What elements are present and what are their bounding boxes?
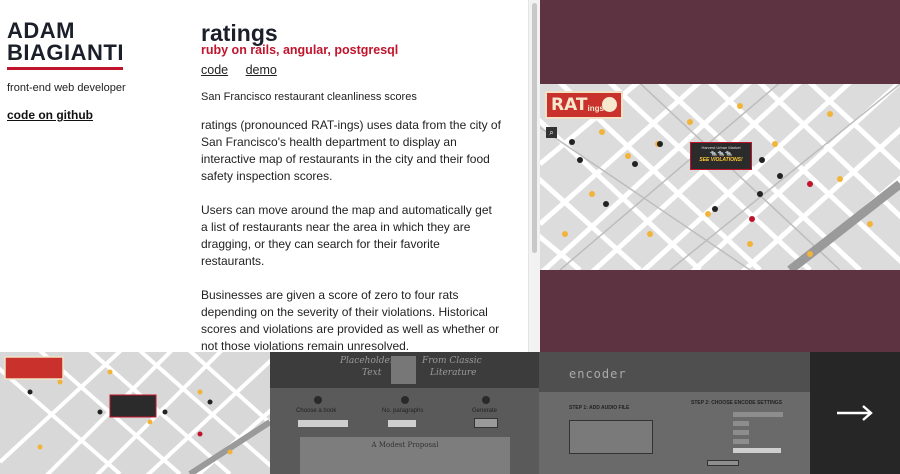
book-select[interactable] xyxy=(298,420,348,427)
project-links: code demo xyxy=(201,63,291,77)
vertical-scrollbar[interactable] xyxy=(528,0,540,352)
settings-field[interactable] xyxy=(733,412,783,417)
project-thumbnail-strip: Placeholder Text From Classic Literature… xyxy=(0,352,900,474)
step-badge xyxy=(482,396,490,404)
popup-rating: 🐀🐀🐀 xyxy=(709,151,733,157)
book-icon xyxy=(391,356,416,384)
encode-button[interactable] xyxy=(707,460,739,466)
brand-underline xyxy=(7,67,123,70)
rat-icon xyxy=(602,97,617,112)
placeholder-title-left: Placeholder xyxy=(340,356,395,366)
encoder-step1: STEP 1: ADD AUDIO FILE xyxy=(569,405,630,411)
ratings-logo: RAT ings xyxy=(545,91,623,119)
popup-warning: SEE VIOLATIONS! xyxy=(699,157,743,163)
code-link[interactable]: code xyxy=(201,63,228,77)
tagline: front-end web developer xyxy=(7,82,126,94)
placeholder-title-left2: Text xyxy=(362,368,382,378)
description-paragraph: Businesses are given a score of zero to … xyxy=(201,288,500,353)
project-preview: RAT ings ⌕ Harvest Urban Market 🐀🐀🐀 SEE … xyxy=(540,0,900,352)
placeholder-title-right: From Classic xyxy=(422,356,482,366)
step-label: No. paragraphs xyxy=(382,408,424,414)
project-tech-stack: ruby on rails, angular, postgresql xyxy=(201,43,399,57)
project-description: ratings (pronounced RAT-ings) uses data … xyxy=(201,117,501,372)
description-paragraph: Users can move around the map and automa… xyxy=(201,203,492,268)
next-project-button[interactable] xyxy=(810,352,900,474)
settings-fields[interactable] xyxy=(691,412,783,456)
encoder-step2: STEP 2: CHOOSE ENCODE SETTINGS xyxy=(691,400,783,406)
placeholder-header: Placeholder Text From Classic Literature xyxy=(270,352,539,388)
demo-link[interactable]: demo xyxy=(246,63,277,77)
placeholder-steps: Choose a book No. paragraphs Generate A … xyxy=(270,392,539,474)
encoder-title: encoder xyxy=(569,367,627,381)
output-card: A Modest Proposal xyxy=(300,437,510,474)
brand-name-first: ADAM xyxy=(7,18,75,43)
encoder-header: encoder xyxy=(539,352,810,392)
brand-name-last: BIAGIANTI xyxy=(7,40,124,65)
map-screenshot: RAT ings ⌕ Harvest Urban Market 🐀🐀🐀 SEE … xyxy=(540,84,900,270)
settings-field[interactable] xyxy=(733,430,749,435)
placeholder-title-right2: Literature xyxy=(430,368,477,378)
output-card-title: A Modest Proposal xyxy=(371,441,439,449)
settings-field[interactable] xyxy=(733,439,749,444)
arrow-right-icon xyxy=(837,405,873,421)
step-badge xyxy=(401,396,409,404)
step-badge xyxy=(314,396,322,404)
project-subtitle: San Francisco restaurant cleanliness sco… xyxy=(201,91,417,103)
logo-text: RAT xyxy=(551,95,588,115)
github-link[interactable]: code on github xyxy=(7,108,93,122)
thumbnail-ratings[interactable] xyxy=(0,352,270,474)
settings-field[interactable] xyxy=(733,448,781,453)
step-label: Choose a book xyxy=(296,408,337,414)
scrollbar-thumb[interactable] xyxy=(532,3,537,253)
thumbnail-encoder[interactable]: encoder STEP 1: ADD AUDIO FILE STEP 2: C… xyxy=(539,352,810,474)
paragraph-count[interactable] xyxy=(388,420,416,427)
thumbnail-placeholder-text[interactable]: Placeholder Text From Classic Literature… xyxy=(270,352,539,474)
settings-field[interactable] xyxy=(733,421,749,426)
search-icon[interactable]: ⌕ xyxy=(546,127,557,138)
site-brand[interactable]: ADAM BIAGIANTI xyxy=(7,20,127,70)
map-popup[interactable]: Harvest Urban Market 🐀🐀🐀 SEE VIOLATIONS! xyxy=(690,142,752,170)
file-dropzone[interactable] xyxy=(569,420,653,454)
generate-button[interactable] xyxy=(474,418,498,428)
description-paragraph: ratings (pronounced RAT-ings) uses data … xyxy=(201,118,501,183)
step-label: Generate xyxy=(472,408,498,414)
